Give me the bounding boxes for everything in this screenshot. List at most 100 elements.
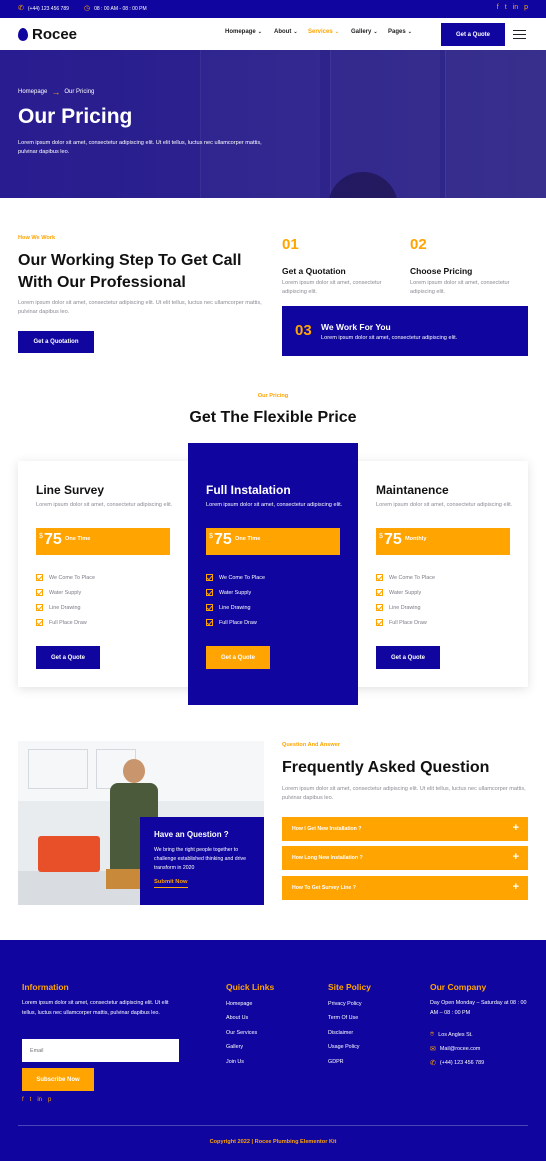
topbar-social: f t in p bbox=[497, 4, 528, 11]
hero-description: Lorem ipsum dolor sit amet, consectetur … bbox=[18, 140, 262, 155]
topbar-phone[interactable]: ✆ (+44) 123 456 789 bbox=[18, 5, 69, 12]
feature-item: We Come To Place bbox=[36, 574, 95, 581]
nav-gallery[interactable]: Gallery ⌄ bbox=[351, 29, 378, 35]
facebook-icon[interactable]: f bbox=[497, 4, 499, 11]
topbar-hours: ◷ 08 : 00 AM - 08 : 00 PM bbox=[84, 5, 147, 12]
plus-icon: + bbox=[512, 822, 519, 834]
pricing-eyebrow: Our Pricing bbox=[257, 393, 289, 399]
step-2-description: Lorem ipsum dolor sit amet, consectetur … bbox=[410, 280, 510, 295]
checkbox-icon bbox=[36, 604, 43, 611]
steps-eyebrow: How We Work bbox=[18, 235, 56, 241]
site-header: Rocee Homepage ⌄ About ⌄ Services ⌄ Gallery… bbox=[0, 18, 546, 50]
price-badge: $ 75 One Time bbox=[206, 528, 340, 555]
feature-item: Water Supply bbox=[206, 589, 251, 596]
feature-label: Water Supply bbox=[219, 589, 252, 596]
price-period: One Time bbox=[235, 536, 261, 542]
copyright: Copyright 2022 | Rocee Plumbing Elemento… bbox=[209, 1139, 337, 1145]
footer-email[interactable]: ✉ Mail@rocee.com bbox=[430, 1045, 480, 1053]
plan-description: Lorem ipsum dolor sit amet, consectetur … bbox=[206, 502, 343, 508]
feature-label: Full Place Draw bbox=[389, 619, 427, 626]
checkbox-icon bbox=[376, 619, 383, 626]
footer-link[interactable]: Our Services bbox=[226, 1030, 257, 1036]
location-pin-icon: ⌾ bbox=[430, 1031, 435, 1038]
footer-link[interactable]: GDPR bbox=[328, 1059, 344, 1065]
feature-item: We Come To Place bbox=[206, 574, 265, 581]
nav-about[interactable]: About ⌄ bbox=[274, 29, 298, 35]
footer-link[interactable]: Privacy Policy bbox=[328, 1001, 362, 1007]
checkbox-icon bbox=[376, 604, 383, 611]
faq-question: How To Get Survey Line ? bbox=[292, 885, 356, 891]
feature-item: Line Drawing bbox=[376, 604, 420, 611]
footer-phone[interactable]: ✆ (+44) 123 456 789 bbox=[430, 1059, 484, 1067]
step-1-title: Get a Quotation bbox=[282, 266, 346, 276]
linkedin-icon[interactable]: in bbox=[37, 1097, 42, 1103]
chevron-down-icon: ⌄ bbox=[407, 29, 412, 35]
pinterest-icon[interactable]: p bbox=[524, 4, 528, 11]
pricing-title: Get The Flexible Price bbox=[189, 409, 357, 426]
price-currency: $ bbox=[39, 533, 43, 540]
nav-homepage[interactable]: Homepage ⌄ bbox=[225, 29, 262, 35]
facebook-icon[interactable]: f bbox=[22, 1097, 24, 1103]
checkbox-icon bbox=[36, 619, 43, 626]
plan-get-quote-button[interactable]: Get a Quote bbox=[36, 646, 100, 669]
footer-link[interactable]: About Us bbox=[226, 1015, 248, 1021]
topbar-phone-text: (+44) 123 456 789 bbox=[27, 5, 69, 12]
feature-label: Full Place Draw bbox=[219, 619, 257, 626]
steps-description: Lorem ipsum dolor sit amet, consectetur … bbox=[18, 300, 262, 315]
faq-question: How I Get New Installation ? bbox=[292, 826, 362, 832]
feature-item: Full Place Draw bbox=[36, 619, 87, 626]
plan-get-quote-button[interactable]: Get a Quote bbox=[376, 646, 440, 669]
page-title: Our Pricing bbox=[18, 105, 133, 128]
faq-title: Frequently Asked Question bbox=[282, 759, 490, 776]
footer-link[interactable]: Usage Policy bbox=[328, 1044, 359, 1050]
plan-name: Full Instalation bbox=[206, 483, 291, 497]
checkbox-icon bbox=[376, 589, 383, 596]
breadcrumb-current: Our Pricing bbox=[64, 89, 95, 95]
pinterest-icon[interactable]: p bbox=[48, 1097, 51, 1103]
footer-link[interactable]: Homepage bbox=[226, 1001, 252, 1007]
step-3-description: Lorem ipsum dolor sit amet, consectetur … bbox=[321, 335, 458, 341]
chevron-down-icon: ⌄ bbox=[257, 29, 262, 35]
get-quote-button[interactable]: Get a Quote bbox=[441, 23, 505, 46]
brand-name: Rocee bbox=[32, 26, 78, 43]
footer-link[interactable]: Disclaimer bbox=[328, 1030, 353, 1036]
get-quotation-button[interactable]: Get a Quotation bbox=[18, 331, 94, 353]
logo[interactable]: Rocee bbox=[18, 26, 77, 43]
chevron-down-icon: ⌄ bbox=[334, 29, 339, 35]
plan-card-maintanence: Maintanence Lorem ipsum dolor sit amet, … bbox=[358, 461, 528, 687]
nav-pages[interactable]: Pages ⌄ bbox=[388, 29, 412, 35]
submit-now-link[interactable]: Submit Now bbox=[154, 879, 188, 888]
email-field[interactable] bbox=[22, 1039, 179, 1062]
twitter-icon[interactable]: t bbox=[505, 4, 507, 11]
nav-services[interactable]: Services ⌄ bbox=[308, 29, 339, 35]
faq-item[interactable]: How To Get Survey Line ? + bbox=[282, 876, 528, 900]
footer-address: ⌾ Los Angles St. bbox=[430, 1031, 473, 1039]
menu-icon[interactable] bbox=[513, 30, 526, 42]
breadcrumb-home[interactable]: Homepage bbox=[18, 89, 47, 95]
footer-phone-text: (+44) 123 456 789 bbox=[439, 1060, 485, 1066]
plan-card-full-instalation: Full Instalation Lorem ipsum dolor sit a… bbox=[188, 443, 358, 705]
breadcrumb: Homepage → Our Pricing bbox=[18, 87, 94, 97]
price-amount: 75 bbox=[44, 531, 62, 548]
feature-label: We Come To Place bbox=[389, 574, 435, 581]
subscribe-button[interactable]: Subscribe Now bbox=[22, 1068, 94, 1091]
twitter-icon[interactable]: t bbox=[30, 1097, 32, 1103]
step-3-card: 03 We Work For You Lorem ipsum dolor sit… bbox=[282, 306, 528, 356]
phone-icon: ✆ bbox=[430, 1060, 436, 1067]
phone-icon: ✆ bbox=[18, 5, 24, 12]
footer-link[interactable]: Join Us bbox=[226, 1059, 244, 1065]
faq-item[interactable]: How Long New Installation ? + bbox=[282, 846, 528, 870]
footer-link[interactable]: Term Of Use bbox=[328, 1015, 358, 1021]
linkedin-icon[interactable]: in bbox=[513, 4, 518, 11]
plan-get-quote-button[interactable]: Get a Quote bbox=[206, 646, 270, 669]
feature-label: We Come To Place bbox=[49, 574, 95, 581]
footer-link[interactable]: Gallery bbox=[226, 1044, 243, 1050]
step-1-number: 01 bbox=[282, 236, 299, 253]
feature-item: Full Place Draw bbox=[206, 619, 257, 626]
plan-description: Lorem ipsum dolor sit amet, consectetur … bbox=[36, 502, 173, 508]
checkbox-icon bbox=[206, 574, 213, 581]
steps-title: Our Working Step To Get Call With Our Pr… bbox=[18, 252, 242, 291]
step-3-number: 03 bbox=[295, 322, 312, 339]
faq-item[interactable]: How I Get New Installation ? + bbox=[282, 817, 528, 841]
plan-description: Lorem ipsum dolor sit amet, consectetur … bbox=[376, 502, 513, 508]
